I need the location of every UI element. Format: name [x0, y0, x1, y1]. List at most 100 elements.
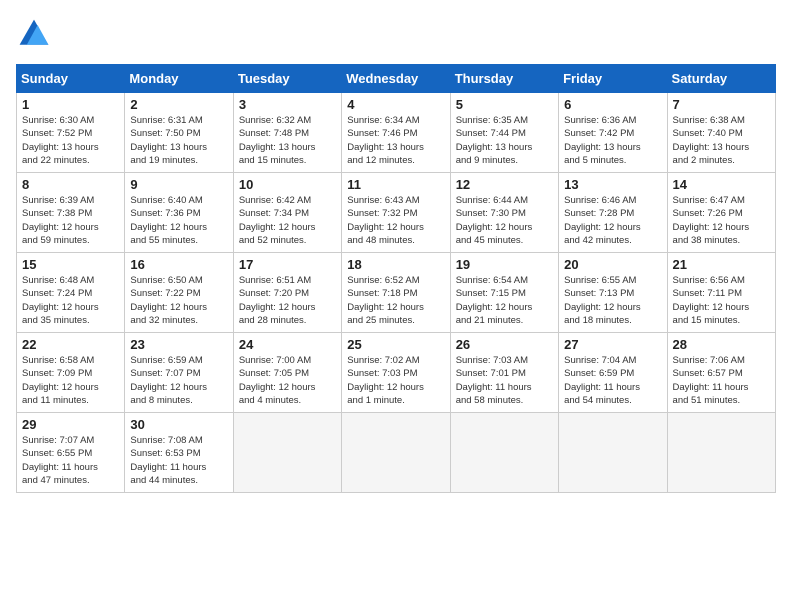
day-info: Sunrise: 7:00 AM Sunset: 7:05 PM Dayligh… [239, 354, 336, 407]
day-info: Sunrise: 6:34 AM Sunset: 7:46 PM Dayligh… [347, 114, 444, 167]
day-number: 25 [347, 337, 444, 352]
weekday-header-saturday: Saturday [667, 65, 775, 93]
calendar-week-2: 8 Sunrise: 6:39 AM Sunset: 7:38 PM Daylig… [17, 173, 776, 253]
calendar-week-4: 22 Sunrise: 6:58 AM Sunset: 7:09 PM Dayli… [17, 333, 776, 413]
day-info: Sunrise: 6:50 AM Sunset: 7:22 PM Dayligh… [130, 274, 227, 327]
calendar-cell [342, 413, 450, 493]
day-info: Sunrise: 7:07 AM Sunset: 6:55 PM Dayligh… [22, 434, 119, 487]
calendar-cell: 26 Sunrise: 7:03 AM Sunset: 7:01 PM Dayli… [450, 333, 558, 413]
day-number: 20 [564, 257, 661, 272]
calendar-cell: 5 Sunrise: 6:35 AM Sunset: 7:44 PM Daylig… [450, 93, 558, 173]
calendar-cell: 8 Sunrise: 6:39 AM Sunset: 7:38 PM Daylig… [17, 173, 125, 253]
calendar-cell: 16 Sunrise: 6:50 AM Sunset: 7:22 PM Dayli… [125, 253, 233, 333]
day-number: 30 [130, 417, 227, 432]
day-number: 18 [347, 257, 444, 272]
logo-icon [16, 16, 52, 52]
day-info: Sunrise: 7:03 AM Sunset: 7:01 PM Dayligh… [456, 354, 553, 407]
day-info: Sunrise: 6:51 AM Sunset: 7:20 PM Dayligh… [239, 274, 336, 327]
day-number: 1 [22, 97, 119, 112]
day-number: 13 [564, 177, 661, 192]
weekday-header-friday: Friday [559, 65, 667, 93]
day-info: Sunrise: 6:38 AM Sunset: 7:40 PM Dayligh… [673, 114, 770, 167]
day-number: 14 [673, 177, 770, 192]
calendar-cell: 7 Sunrise: 6:38 AM Sunset: 7:40 PM Daylig… [667, 93, 775, 173]
weekday-header-thursday: Thursday [450, 65, 558, 93]
day-info: Sunrise: 6:31 AM Sunset: 7:50 PM Dayligh… [130, 114, 227, 167]
calendar-cell: 22 Sunrise: 6:58 AM Sunset: 7:09 PM Dayli… [17, 333, 125, 413]
calendar-week-5: 29Sunrise: 7:07 AM Sunset: 6:55 PM Dayli… [17, 413, 776, 493]
calendar-cell: 25 Sunrise: 7:02 AM Sunset: 7:03 PM Dayli… [342, 333, 450, 413]
calendar-cell: 20Sunrise: 6:55 AM Sunset: 7:13 PM Dayli… [559, 253, 667, 333]
calendar-cell: 13 Sunrise: 6:46 AM Sunset: 7:28 PM Dayli… [559, 173, 667, 253]
weekday-header-wednesday: Wednesday [342, 65, 450, 93]
calendar-cell: 15 Sunrise: 6:48 AM Sunset: 7:24 PM Dayli… [17, 253, 125, 333]
day-info: Sunrise: 6:36 AM Sunset: 7:42 PM Dayligh… [564, 114, 661, 167]
day-info: Sunrise: 6:44 AM Sunset: 7:30 PM Dayligh… [456, 194, 553, 247]
calendar-cell: 11 Sunrise: 6:43 AM Sunset: 7:32 PM Dayli… [342, 173, 450, 253]
day-info: Sunrise: 7:02 AM Sunset: 7:03 PM Dayligh… [347, 354, 444, 407]
day-info: Sunrise: 6:39 AM Sunset: 7:38 PM Dayligh… [22, 194, 119, 247]
day-number: 23 [130, 337, 227, 352]
day-info: Sunrise: 6:30 AM Sunset: 7:52 PM Dayligh… [22, 114, 119, 167]
day-info: Sunrise: 6:54 AM Sunset: 7:15 PM Dayligh… [456, 274, 553, 327]
day-number: 2 [130, 97, 227, 112]
day-info: Sunrise: 6:47 AM Sunset: 7:26 PM Dayligh… [673, 194, 770, 247]
day-info: Sunrise: 6:35 AM Sunset: 7:44 PM Dayligh… [456, 114, 553, 167]
day-number: 16 [130, 257, 227, 272]
day-info: Sunrise: 6:46 AM Sunset: 7:28 PM Dayligh… [564, 194, 661, 247]
day-info: Sunrise: 6:32 AM Sunset: 7:48 PM Dayligh… [239, 114, 336, 167]
day-number: 22 [22, 337, 119, 352]
calendar-cell: 6Sunrise: 6:36 AM Sunset: 7:42 PM Daylig… [559, 93, 667, 173]
weekday-header-tuesday: Tuesday [233, 65, 341, 93]
day-number: 12 [456, 177, 553, 192]
day-number: 10 [239, 177, 336, 192]
day-number: 9 [130, 177, 227, 192]
day-number: 19 [456, 257, 553, 272]
day-info: Sunrise: 6:48 AM Sunset: 7:24 PM Dayligh… [22, 274, 119, 327]
calendar-cell: 17Sunrise: 6:51 AM Sunset: 7:20 PM Dayli… [233, 253, 341, 333]
day-info: Sunrise: 6:42 AM Sunset: 7:34 PM Dayligh… [239, 194, 336, 247]
day-number: 28 [673, 337, 770, 352]
calendar-cell: 9Sunrise: 6:40 AM Sunset: 7:36 PM Daylig… [125, 173, 233, 253]
day-number: 5 [456, 97, 553, 112]
calendar-cell: 10 Sunrise: 6:42 AM Sunset: 7:34 PM Dayli… [233, 173, 341, 253]
logo [16, 16, 56, 52]
calendar-cell [559, 413, 667, 493]
calendar-cell: 1 Sunrise: 6:30 AM Sunset: 7:52 PM Daylig… [17, 93, 125, 173]
day-number: 8 [22, 177, 119, 192]
calendar-cell: 21Sunrise: 6:56 AM Sunset: 7:11 PM Dayli… [667, 253, 775, 333]
day-number: 11 [347, 177, 444, 192]
day-info: Sunrise: 6:59 AM Sunset: 7:07 PM Dayligh… [130, 354, 227, 407]
calendar-cell: 30 Sunrise: 7:08 AM Sunset: 6:53 PM Dayli… [125, 413, 233, 493]
day-number: 4 [347, 97, 444, 112]
calendar-cell: 12 Sunrise: 6:44 AM Sunset: 7:30 PM Dayli… [450, 173, 558, 253]
day-info: Sunrise: 7:08 AM Sunset: 6:53 PM Dayligh… [130, 434, 227, 487]
calendar-table: SundayMondayTuesdayWednesdayThursdayFrid… [16, 64, 776, 493]
day-info: Sunrise: 7:06 AM Sunset: 6:57 PM Dayligh… [673, 354, 770, 407]
calendar-cell: 14 Sunrise: 6:47 AM Sunset: 7:26 PM Dayli… [667, 173, 775, 253]
day-info: Sunrise: 6:52 AM Sunset: 7:18 PM Dayligh… [347, 274, 444, 327]
calendar-cell: 19 Sunrise: 6:54 AM Sunset: 7:15 PM Dayli… [450, 253, 558, 333]
day-number: 26 [456, 337, 553, 352]
calendar-cell: 27 Sunrise: 7:04 AM Sunset: 6:59 PM Dayli… [559, 333, 667, 413]
calendar-cell: 3 Sunrise: 6:32 AM Sunset: 7:48 PM Daylig… [233, 93, 341, 173]
day-number: 21 [673, 257, 770, 272]
page-header [16, 16, 776, 52]
calendar-cell: 18 Sunrise: 6:52 AM Sunset: 7:18 PM Dayli… [342, 253, 450, 333]
day-info: Sunrise: 7:04 AM Sunset: 6:59 PM Dayligh… [564, 354, 661, 407]
calendar-cell: 23 Sunrise: 6:59 AM Sunset: 7:07 PM Dayli… [125, 333, 233, 413]
calendar-cell [667, 413, 775, 493]
day-number: 7 [673, 97, 770, 112]
weekday-header-sunday: Sunday [17, 65, 125, 93]
calendar-cell: 28 Sunrise: 7:06 AM Sunset: 6:57 PM Dayli… [667, 333, 775, 413]
day-number: 3 [239, 97, 336, 112]
calendar-cell: 29Sunrise: 7:07 AM Sunset: 6:55 PM Dayli… [17, 413, 125, 493]
day-info: Sunrise: 6:43 AM Sunset: 7:32 PM Dayligh… [347, 194, 444, 247]
day-info: Sunrise: 6:58 AM Sunset: 7:09 PM Dayligh… [22, 354, 119, 407]
calendar-cell [450, 413, 558, 493]
day-number: 27 [564, 337, 661, 352]
calendar-week-1: 1 Sunrise: 6:30 AM Sunset: 7:52 PM Daylig… [17, 93, 776, 173]
day-number: 15 [22, 257, 119, 272]
day-number: 24 [239, 337, 336, 352]
calendar-cell: 4 Sunrise: 6:34 AM Sunset: 7:46 PM Daylig… [342, 93, 450, 173]
